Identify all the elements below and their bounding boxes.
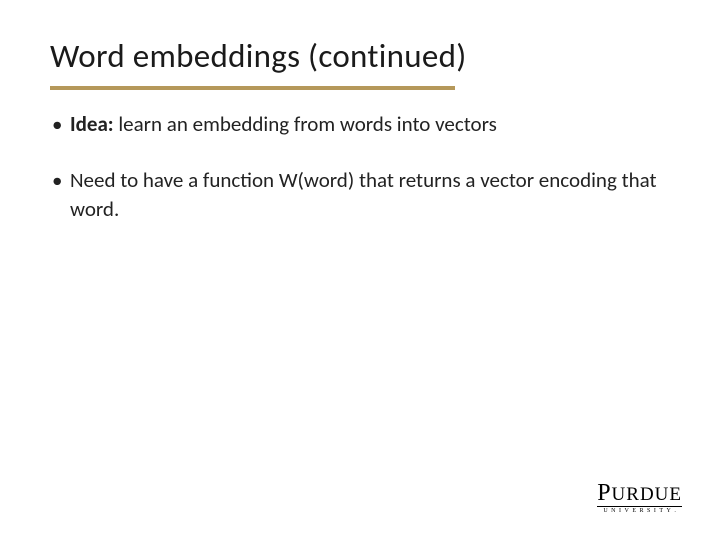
title-underline	[50, 86, 455, 90]
bullet-list: Idea: learn an embedding from words into…	[50, 110, 670, 223]
list-item: Need to have a function W(word) that ret…	[50, 166, 670, 223]
bullet-text: Need to have a function W(word) that ret…	[70, 167, 657, 221]
slide: Word embeddings (continued) Idea: learn …	[0, 0, 720, 540]
logo-subtext: UNIVERSITY.	[597, 508, 682, 514]
logo-divider	[597, 506, 682, 507]
bullet-text: learn an embedding from words into vecto…	[114, 111, 497, 137]
slide-title: Word embeddings (continued)	[50, 36, 670, 76]
purdue-logo: PURDUE UNIVERSITY.	[597, 481, 682, 514]
bullet-lead: Idea:	[70, 111, 114, 137]
logo-wordmark: PURDUE	[597, 481, 682, 505]
list-item: Idea: learn an embedding from words into…	[50, 110, 670, 138]
